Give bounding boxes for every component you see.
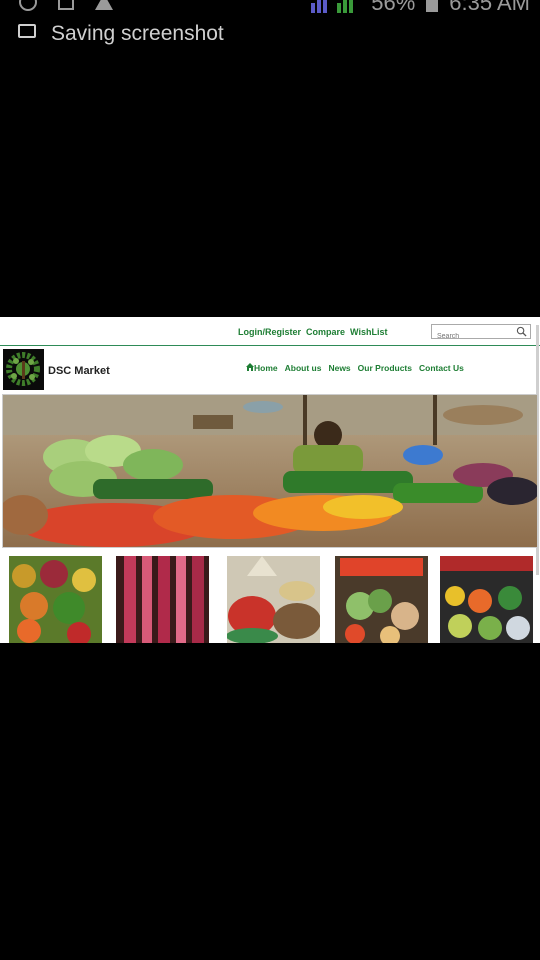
search-icon[interactable] — [516, 326, 527, 337]
brand-name[interactable]: DSC Market — [48, 365, 110, 377]
notification-text: Saving screenshot — [51, 22, 224, 45]
signal-icon — [311, 0, 354, 13]
battery-icon — [426, 0, 439, 12]
webpage-screenshot: Login/Register Compare WishList DSC Mark… — [0, 317, 540, 643]
fruit-stall-image — [9, 556, 102, 643]
nav-home-label: Home — [254, 363, 278, 373]
thumbnail-spices-grains-stall[interactable] — [227, 556, 320, 643]
main-nav: Home About us News Our Products Contact … — [246, 363, 464, 373]
compare-link[interactable]: Compare — [306, 327, 345, 337]
meat-stall-image — [116, 556, 209, 643]
thumbnail-vegetables-stall[interactable] — [335, 556, 428, 643]
nav-home[interactable]: Home — [246, 363, 278, 373]
hero-banner — [2, 394, 538, 548]
site-header: DSC Market Home About us News Our Produc… — [0, 346, 540, 394]
account-links: Login/Register Compare WishList — [238, 327, 387, 337]
image-icon — [18, 24, 36, 38]
top-bar: Login/Register Compare WishList — [0, 317, 540, 345]
spices-grains-stall-image — [227, 556, 320, 643]
nav-contact[interactable]: Contact Us — [419, 363, 464, 373]
thumbnail-fruit-stall[interactable] — [9, 556, 102, 643]
warning-icon — [95, 0, 113, 10]
home-icon — [246, 363, 254, 371]
whatsapp-icon — [19, 0, 37, 11]
vegetables-stall-image — [335, 556, 428, 643]
thumbnail-produce-stall[interactable] — [440, 556, 533, 643]
battery-percent: 56% — [371, 0, 416, 15]
search-input[interactable] — [437, 331, 515, 342]
thumbnail-row — [0, 556, 540, 643]
tree-logo[interactable] — [3, 349, 44, 390]
thumbnail-meat-stall[interactable] — [116, 556, 209, 643]
search-box[interactable] — [431, 324, 531, 342]
nav-about[interactable]: About us — [285, 363, 322, 373]
status-bar: 56% 6:35 AM — [0, 0, 540, 16]
market-stall-hero — [3, 395, 537, 547]
notification-ticker: Saving screenshot — [0, 16, 540, 46]
clock: 6:35 AM — [449, 0, 530, 15]
wishlist-link[interactable]: WishList — [350, 327, 387, 337]
gallery-icon — [58, 0, 74, 10]
nav-news[interactable]: News — [328, 363, 350, 373]
nav-products[interactable]: Our Products — [358, 363, 412, 373]
login-register-link[interactable]: Login/Register — [238, 327, 301, 337]
produce-stall-image — [440, 556, 533, 643]
